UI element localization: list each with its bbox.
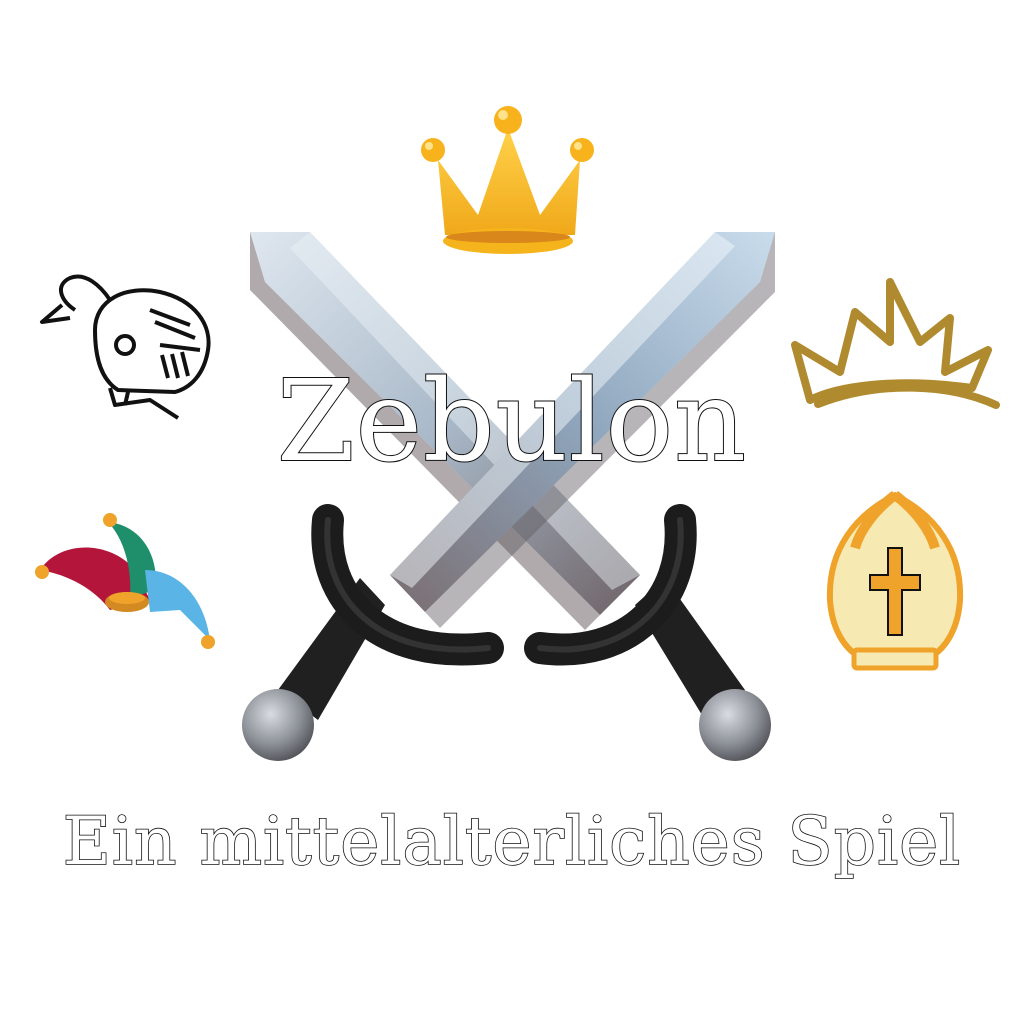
game-title: Zebulon — [276, 356, 748, 488]
gold-crown-icon — [421, 106, 594, 254]
bishop-mitre-icon — [826, 491, 964, 671]
crossed-swords-icon — [242, 232, 775, 761]
jester-hat-icon — [35, 513, 215, 649]
title-screen: Zebulon Ein mittelalterliches Spiel — [0, 0, 1024, 1024]
game-subtitle: Ein mittelalterliches Spiel — [62, 802, 962, 881]
